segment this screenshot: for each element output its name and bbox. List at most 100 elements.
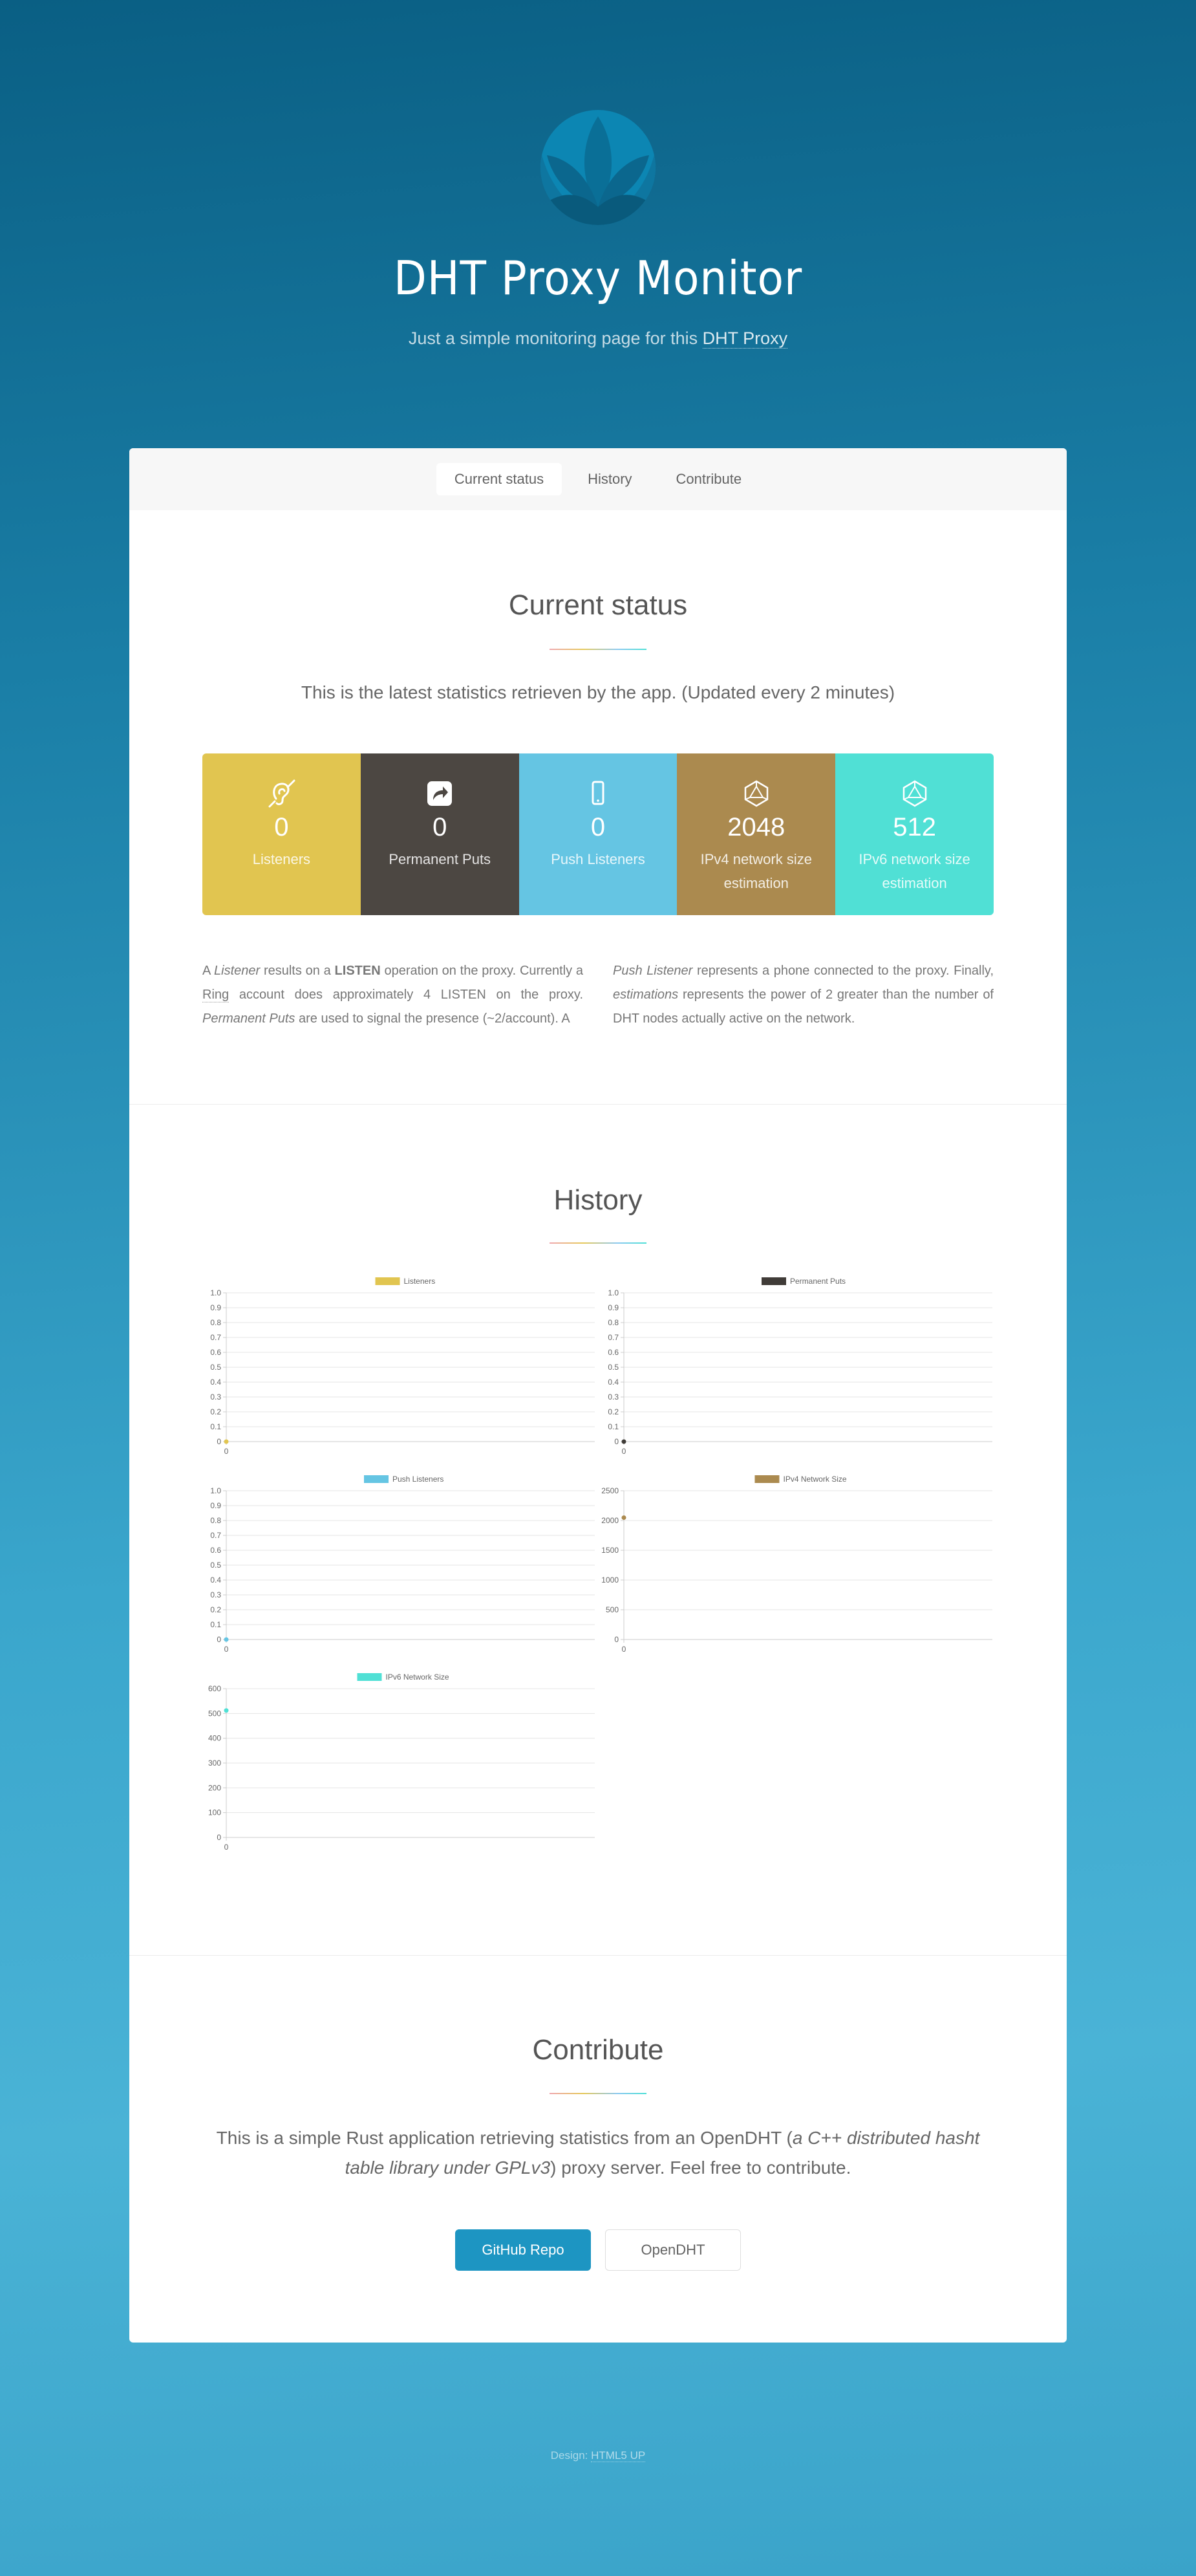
y-tick-label: 0.3 <box>608 1392 619 1402</box>
y-tick-label: 0.4 <box>608 1378 619 1387</box>
y-tick-label: 0.9 <box>210 1303 221 1312</box>
site-title: DHT Proxy Monitor <box>393 251 803 305</box>
chart-svg: IPv4 Network Size 2500 2000 1500 1000 500 00 <box>601 1475 992 1654</box>
y-tick-label: 0.3 <box>210 1392 221 1402</box>
legend-swatch <box>754 1475 780 1483</box>
y-tick-label: 0.1 <box>210 1422 221 1431</box>
y-tick-label: 0.7 <box>210 1531 221 1540</box>
data-point <box>224 1708 229 1713</box>
y-tick-label: 0.4 <box>210 1575 221 1585</box>
y-tick-label: 0.3 <box>210 1590 221 1599</box>
main-card: Current status History Contribute Curren… <box>129 448 1067 2343</box>
section-rule <box>550 649 646 650</box>
section-divider <box>129 1955 1067 1956</box>
current-status-title: Current status <box>508 589 688 621</box>
footer-design-label: Design: <box>550 2449 592 2462</box>
stat-permanent-puts: 0 Permanent Puts <box>360 753 519 915</box>
legend-label: IPv4 Network Size <box>784 1475 847 1484</box>
y-tick-label: 0.5 <box>210 1561 221 1570</box>
hexagon-icon <box>744 780 769 807</box>
x-tick-label: 0 <box>224 1843 229 1852</box>
y-tick-label: 500 <box>606 1605 619 1614</box>
y-tick-label: 200 <box>208 1783 221 1792</box>
stats-row: 0 Listeners 0 Permanent Puts 0 Push List… <box>202 753 994 915</box>
html5up-link[interactable]: HTML5 UP <box>591 2449 646 2462</box>
chart-svg: Push Listeners 1.0 0.9 0.8 0.7 0.6 0.5 0.4 0.3 0.… <box>210 1475 595 1654</box>
y-tick-label: 1.0 <box>210 1288 221 1297</box>
y-tick-label: 0.1 <box>608 1422 619 1431</box>
x-tick-label: 0 <box>224 1645 229 1654</box>
y-tick-label: 0 <box>217 1437 221 1446</box>
y-tick-label: 0.9 <box>608 1303 619 1312</box>
ipv4-label: IPv4 network size estimation <box>700 851 812 891</box>
y-tick-label: 0.6 <box>608 1348 619 1357</box>
y-tick-label: 500 <box>208 1709 221 1718</box>
legend-label: Push Listeners <box>392 1475 443 1484</box>
y-tick-label: 0.6 <box>210 1348 221 1357</box>
y-tick-label: 1.0 <box>210 1486 221 1495</box>
mobile-icon <box>592 781 604 805</box>
contribute-text: This is a simple Rust application retrie… <box>216 2128 980 2178</box>
ipv6-network-size-chart: IPv6 Network Size 600 500 400 300 200 100 0 0 <box>200 1671 598 1865</box>
listeners-value: 0 <box>274 813 289 841</box>
listeners-label: Listeners <box>252 851 311 867</box>
x-tick-label: 0 <box>622 1645 626 1654</box>
nav-current-status[interactable]: Current status <box>436 463 562 495</box>
legend-swatch <box>375 1277 400 1285</box>
deaf-icon <box>268 779 295 808</box>
y-tick-label: 0 <box>614 1635 619 1644</box>
description-right: Push Listener represents a phone connect… <box>613 964 994 1026</box>
nav-contribute[interactable]: Contribute <box>658 463 760 495</box>
footer: Design: HTML5 UP <box>0 2449 1196 2462</box>
stat-ipv6: 512 IPv6 network size estimation <box>835 753 994 915</box>
y-tick-label: 1500 <box>601 1546 619 1555</box>
permanent-puts-label: Permanent Puts <box>389 851 491 867</box>
opendht-button[interactable]: OpenDHT <box>605 2229 741 2271</box>
y-tick-label: 300 <box>208 1759 221 1768</box>
dht-proxy-link[interactable]: DHT Proxy <box>702 329 788 349</box>
legend-label: IPv6 Network Size <box>386 1672 449 1682</box>
section-rule <box>550 2093 646 2094</box>
listeners-chart: Listeners 1.0 0.9 0.8 0.7 0.6 0.5 0.4 0.3 0.2 0.1 0… <box>200 1275 598 1469</box>
hexagon-icon <box>902 780 926 807</box>
data-point <box>621 1439 626 1444</box>
y-tick-label: 0.8 <box>608 1318 619 1327</box>
y-tick-label: 0.9 <box>210 1501 221 1510</box>
y-tick-label: 0 <box>217 1833 221 1842</box>
chart-svg: Permanent Puts 1.0 0.9 0.8 0.7 0.6 0.5 0.4 0.3 0.… <box>608 1277 992 1456</box>
chart-svg: IPv6 Network Size 600 500 400 300 200 100 00 <box>208 1672 595 1852</box>
legend-swatch <box>762 1277 786 1285</box>
legend-label: Permanent Puts <box>790 1277 846 1286</box>
y-tick-label: 0.2 <box>210 1605 221 1614</box>
y-tick-label: 0 <box>217 1635 221 1644</box>
y-tick-label: 0.5 <box>210 1363 221 1372</box>
ring-link[interactable]: Ring <box>202 988 230 1002</box>
y-tick-label: 0.5 <box>608 1363 619 1372</box>
stat-ipv4: 2048 IPv4 network size estimation <box>677 753 836 915</box>
permanent-puts-value: 0 <box>432 813 447 841</box>
y-tick-label: 0.1 <box>210 1620 221 1629</box>
y-tick-label: 100 <box>208 1808 221 1817</box>
y-tick-label: 0.8 <box>210 1516 221 1525</box>
share-icon <box>427 781 453 806</box>
legend-label: Listeners <box>404 1277 436 1286</box>
section-divider <box>129 1104 1067 1105</box>
stats-description: A Listener results on a LISTEN operation… <box>202 959 994 1031</box>
push-listeners-label: Push Listeners <box>551 851 645 867</box>
stat-listeners: 0 Listeners <box>202 753 361 915</box>
data-point <box>224 1439 229 1444</box>
y-tick-label: 2000 <box>601 1516 619 1525</box>
y-tick-label: 0.2 <box>608 1407 619 1416</box>
nav-history[interactable]: History <box>570 463 650 495</box>
history-title: History <box>553 1184 643 1216</box>
x-tick-label: 0 <box>622 1447 626 1456</box>
github-repo-button[interactable]: GitHub Repo <box>455 2229 591 2271</box>
y-tick-label: 400 <box>208 1734 221 1743</box>
section-rule <box>550 1242 646 1244</box>
data-point <box>621 1515 626 1521</box>
contribute-title: Contribute <box>532 2034 664 2066</box>
ipv6-label: IPv6 network size estimation <box>859 851 970 891</box>
description-left: A Listener results on a LISTEN operation… <box>202 964 583 1026</box>
y-tick-label: 0.2 <box>210 1407 221 1416</box>
stat-push-listeners: 0 Push Listeners <box>518 753 678 915</box>
